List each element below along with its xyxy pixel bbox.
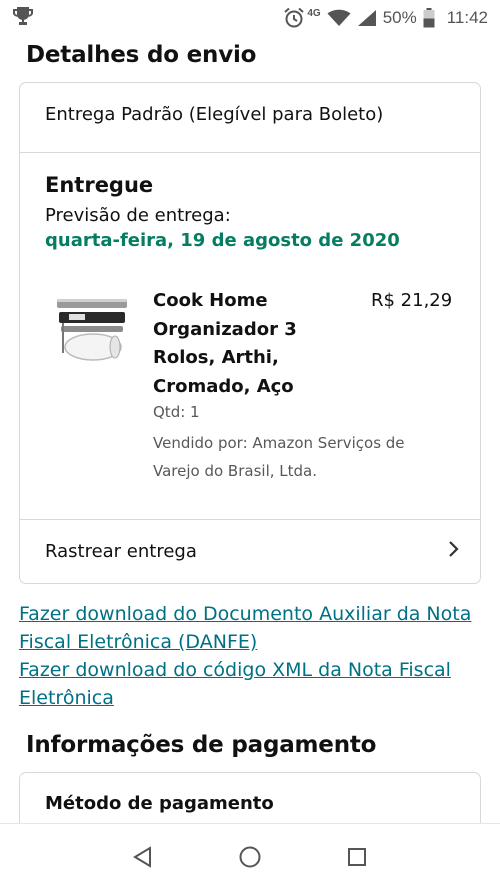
product-price: R$ 21,29 <box>371 290 453 311</box>
invoice-links: Fazer download do Documento Auxiliar da … <box>19 600 489 712</box>
delivery-block: Entregue Previsão de entrega: quarta-fei… <box>20 153 480 520</box>
alarm-icon <box>283 7 305 29</box>
track-delivery-row[interactable]: Rastrear entrega <box>20 520 480 583</box>
product-seller: Vendido por: Amazon Serviços de Varejo d… <box>153 434 405 480</box>
product-name[interactable]: Cook Home Organizador 3 Rolos, Arthi, Cr… <box>153 287 353 401</box>
shipping-type: Entrega Padrão (Elegível para Boleto) <box>20 83 480 153</box>
status-left <box>12 6 34 31</box>
delivery-status: Entregue <box>45 173 154 197</box>
forecast-date: quarta-feira, 19 de agosto de 2020 <box>45 230 400 251</box>
status-right: 4G 50% 11:42 <box>283 7 488 29</box>
signal-icon <box>357 9 377 27</box>
home-icon[interactable] <box>238 845 262 869</box>
product-qty: Qtd: 1 <box>153 403 200 421</box>
back-icon[interactable] <box>132 845 154 868</box>
network-label: 4G <box>307 7 321 19</box>
shipping-card: Entrega Padrão (Elegível para Boleto) En… <box>19 82 481 584</box>
system-nav-bar <box>0 823 500 889</box>
wifi-icon <box>327 9 351 27</box>
battery-icon <box>423 8 435 28</box>
forecast-label: Previsão de entrega: <box>45 205 231 226</box>
chevron-right-icon <box>448 540 460 563</box>
recents-icon[interactable] <box>346 846 368 868</box>
download-danfe-link[interactable]: Fazer download do Documento Auxiliar da … <box>19 600 489 656</box>
download-xml-link[interactable]: Fazer download do código XML da Nota Fis… <box>19 656 489 712</box>
trophy-icon <box>12 6 34 31</box>
payment-section-title: Informações de pagamento <box>26 732 377 758</box>
payment-method-label: Método de pagamento <box>45 793 274 814</box>
battery-percent: 50% <box>382 8 417 27</box>
shipping-section-title: Detalhes do envio <box>26 42 257 68</box>
clock: 11:42 <box>446 8 488 27</box>
track-delivery-label: Rastrear entrega <box>45 541 197 562</box>
product-image[interactable] <box>55 293 129 365</box>
status-bar: 4G 50% 11:42 <box>0 0 500 36</box>
